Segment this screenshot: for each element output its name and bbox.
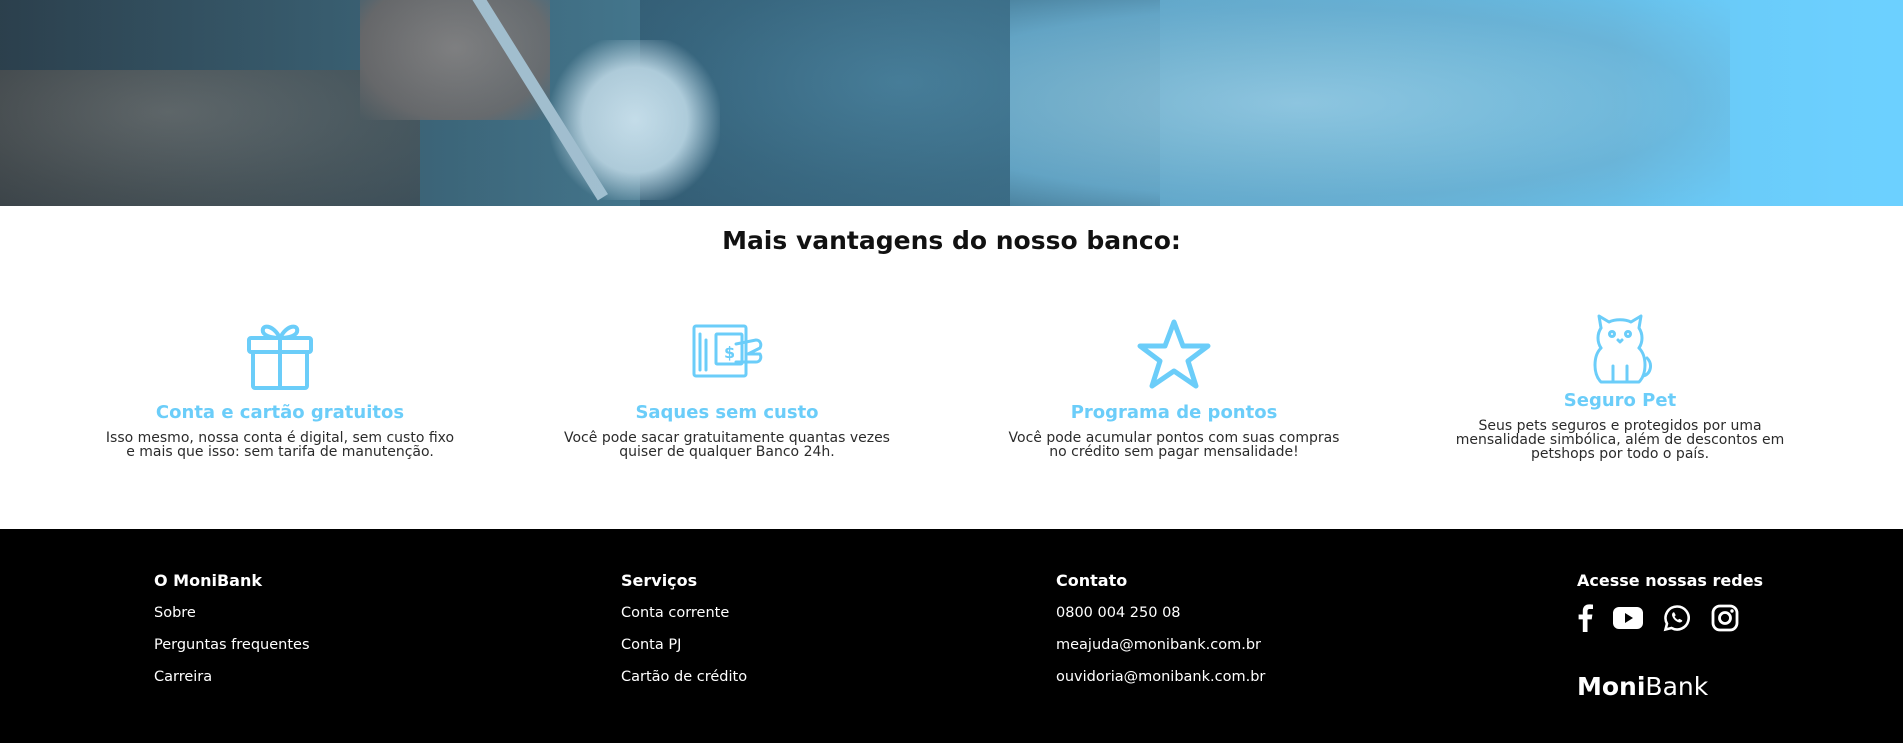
footer: O MoniBank Sobre Perguntas frequentes Ca… bbox=[0, 529, 1903, 743]
footer-column-title: O MoniBank bbox=[154, 571, 262, 590]
advantage-description: Seus pets seguros e protegidos por uma m… bbox=[1455, 418, 1785, 462]
cash-withdrawal-icon: $ bbox=[692, 324, 763, 378]
footer-link-sobre[interactable]: Sobre bbox=[154, 604, 310, 622]
advantage-title: Conta e cartão gratuitos bbox=[155, 402, 405, 423]
advantage-card-pet-insurance: Seguro Pet Seus pets seguros e protegido… bbox=[1440, 314, 1800, 461]
advantage-description: Você pode acumular pontos com suas compr… bbox=[1008, 430, 1340, 460]
advantage-card-free-account: Conta e cartão gratuitos Isso mesmo, nos… bbox=[100, 318, 460, 459]
footer-link-conta-corrente[interactable]: Conta corrente bbox=[621, 604, 747, 622]
footer-link-carreira[interactable]: Carreira bbox=[154, 668, 310, 686]
advantage-card-free-withdrawal: $ Saques sem custo Você pode sacar gratu… bbox=[547, 318, 907, 459]
footer-column-contato: Contato 0800 004 250 08 meajuda@monibank… bbox=[1056, 571, 1265, 700]
hero-image bbox=[0, 0, 1903, 206]
gift-icon bbox=[247, 324, 313, 390]
advantage-title: Seguro Pet bbox=[1563, 390, 1677, 411]
facebook-icon[interactable] bbox=[1577, 604, 1593, 632]
advantage-title: Saques sem custo bbox=[635, 402, 819, 423]
footer-column-social: Acesse nossas redes MoniBank bbox=[1577, 571, 1763, 701]
footer-link-phone[interactable]: 0800 004 250 08 bbox=[1056, 604, 1265, 622]
footer-column-monibank: O MoniBank Sobre Perguntas frequentes Ca… bbox=[154, 571, 310, 700]
instagram-icon[interactable] bbox=[1711, 604, 1739, 632]
svg-text:$: $ bbox=[724, 343, 735, 362]
cat-icon bbox=[1593, 314, 1652, 384]
footer-column-title: Acesse nossas redes bbox=[1577, 571, 1764, 590]
advantage-description: Isso mesmo, nossa conta é digital, sem c… bbox=[105, 430, 455, 460]
footer-link-conta-pj[interactable]: Conta PJ bbox=[621, 636, 747, 654]
advantage-card-points-program: Programa de pontos Você pode acumular po… bbox=[994, 318, 1354, 459]
footer-link-cartao-credito[interactable]: Cartão de crédito bbox=[621, 668, 747, 686]
advantage-title: Programa de pontos bbox=[1070, 402, 1278, 423]
advantages-title: Mais vantagens do nosso banco: bbox=[722, 226, 1181, 255]
youtube-icon[interactable] bbox=[1613, 607, 1643, 629]
footer-column-title: Contato bbox=[1056, 571, 1128, 590]
footer-link-email-help[interactable]: meajuda@monibank.com.br bbox=[1056, 636, 1265, 654]
footer-column-title: Serviços bbox=[621, 571, 698, 590]
monibank-logo: MoniBank bbox=[1577, 672, 1709, 701]
social-links bbox=[1577, 604, 1763, 632]
footer-link-faq[interactable]: Perguntas frequentes bbox=[154, 636, 310, 654]
footer-column-servicos: Serviços Conta corrente Conta PJ Cartão … bbox=[621, 571, 747, 700]
whatsapp-icon[interactable] bbox=[1663, 604, 1691, 632]
star-icon bbox=[1137, 319, 1211, 389]
advantage-description: Você pode sacar gratuitamente quantas ve… bbox=[564, 430, 890, 460]
footer-link-email-ombudsman[interactable]: ouvidoria@monibank.com.br bbox=[1056, 668, 1265, 686]
